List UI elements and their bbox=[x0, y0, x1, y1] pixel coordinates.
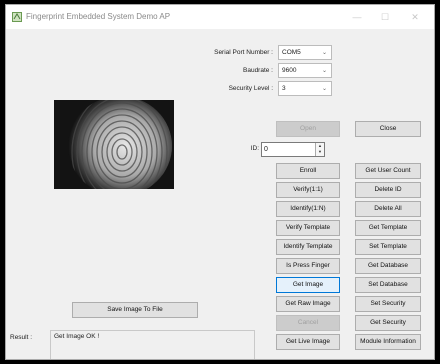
chevron-down-icon: ⌄ bbox=[321, 50, 327, 56]
close-window-button[interactable]: ✕ bbox=[402, 9, 428, 25]
delete-id-button[interactable]: Delete ID bbox=[355, 182, 421, 198]
identify-button[interactable]: Identify(1:N) bbox=[276, 201, 340, 217]
set-security-button[interactable]: Set Security bbox=[355, 296, 421, 312]
result-text-box[interactable]: Get Image OK ! bbox=[50, 330, 255, 359]
set-template-button[interactable]: Set Template bbox=[355, 239, 421, 255]
result-label: Result : bbox=[10, 334, 33, 341]
chevron-down-icon: ⌄ bbox=[321, 86, 327, 92]
id-label: ID: bbox=[250, 145, 259, 152]
chevron-down-icon: ⌄ bbox=[321, 68, 327, 74]
identify-template-button[interactable]: Identify Template bbox=[276, 239, 340, 255]
enroll-button[interactable]: Enroll bbox=[276, 163, 340, 179]
title-bar: Fingerprint Embedded System Demo AP — ☐ … bbox=[6, 5, 434, 29]
save-image-button[interactable]: Save Image To File bbox=[72, 302, 198, 318]
serial-port-label: Serial Port Number : bbox=[214, 49, 273, 56]
fingerprint-image bbox=[54, 96, 174, 196]
serial-port-select[interactable]: COM5 ⌄ bbox=[278, 45, 332, 60]
set-database-button[interactable]: Set Database bbox=[355, 277, 421, 293]
is-press-finger-button[interactable]: Is Press Finger bbox=[276, 258, 340, 274]
get-live-image-button[interactable]: Get Live Image bbox=[276, 334, 340, 350]
id-value: 0 bbox=[264, 146, 268, 153]
security-level-value: 3 bbox=[282, 85, 286, 92]
spin-buttons-icon[interactable]: ▲ ▼ bbox=[315, 143, 324, 156]
get-image-button[interactable]: Get Image bbox=[276, 277, 340, 293]
get-user-count-button[interactable]: Get User Count bbox=[355, 163, 421, 179]
verify-button[interactable]: Verify(1:1) bbox=[276, 182, 340, 198]
app-window: Fingerprint Embedded System Demo AP — ☐ … bbox=[5, 4, 435, 360]
security-level-select[interactable]: 3 ⌄ bbox=[278, 81, 332, 96]
window-title: Fingerprint Embedded System Demo AP bbox=[26, 12, 171, 21]
get-security-button[interactable]: Get Security bbox=[355, 315, 421, 331]
id-input[interactable]: 0 ▲ ▼ bbox=[261, 142, 325, 157]
get-raw-image-button[interactable]: Get Raw Image bbox=[276, 296, 340, 312]
maximize-button[interactable]: ☐ bbox=[372, 9, 398, 25]
fingerprint-app-icon bbox=[12, 12, 22, 22]
result-text: Get Image OK ! bbox=[54, 333, 100, 340]
baudrate-label: Baudrate : bbox=[243, 67, 273, 74]
serial-port-value: COM5 bbox=[282, 49, 301, 56]
module-information-button[interactable]: Module Information bbox=[355, 334, 421, 350]
verify-template-button[interactable]: Verify Template bbox=[276, 220, 340, 236]
close-button[interactable]: Close bbox=[355, 121, 421, 137]
minimize-button[interactable]: — bbox=[344, 9, 370, 25]
cancel-button[interactable]: Cancel bbox=[276, 315, 340, 331]
baudrate-select[interactable]: 9600 ⌄ bbox=[278, 63, 332, 78]
open-button[interactable]: Open bbox=[276, 121, 340, 137]
security-level-label: Security Level : bbox=[228, 85, 273, 92]
baudrate-value: 9600 bbox=[282, 67, 297, 74]
get-template-button[interactable]: Get Template bbox=[355, 220, 421, 236]
delete-all-button[interactable]: Delete All bbox=[355, 201, 421, 217]
get-database-button[interactable]: Get Database bbox=[355, 258, 421, 274]
fingerprint-icon bbox=[54, 96, 174, 196]
